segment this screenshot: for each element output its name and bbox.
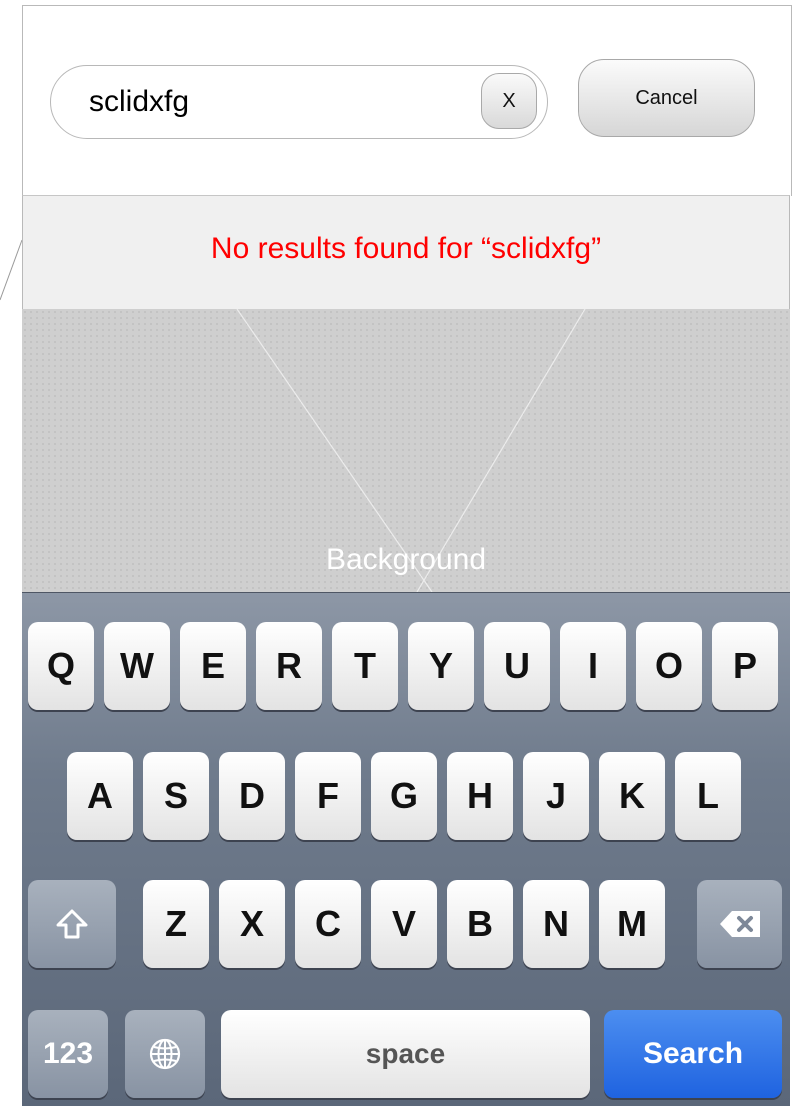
key-o[interactable]: O: [636, 622, 702, 710]
key-q[interactable]: Q: [28, 622, 94, 710]
key-u[interactable]: U: [484, 622, 550, 710]
results-panel: No results found for “sclidxfg”: [22, 195, 790, 309]
numbers-key[interactable]: 123: [28, 1010, 108, 1098]
key-z[interactable]: Z: [143, 880, 209, 968]
key-s[interactable]: S: [143, 752, 209, 840]
search-input-value: sclidxfg: [89, 85, 190, 118]
key-e[interactable]: E: [180, 622, 246, 710]
search-input[interactable]: sclidxfg X: [50, 65, 548, 139]
shift-icon: [56, 909, 88, 939]
cancel-button[interactable]: Cancel: [578, 59, 755, 137]
key-r[interactable]: R: [256, 622, 322, 710]
key-p[interactable]: P: [712, 622, 778, 710]
key-k[interactable]: K: [599, 752, 665, 840]
delete-key[interactable]: [697, 880, 782, 968]
key-d[interactable]: D: [219, 752, 285, 840]
search-header: sclidxfg X Cancel: [22, 5, 792, 196]
space-key[interactable]: space: [221, 1010, 590, 1098]
key-y[interactable]: Y: [408, 622, 474, 710]
key-l[interactable]: L: [675, 752, 741, 840]
key-i[interactable]: I: [560, 622, 626, 710]
globe-key[interactable]: [125, 1010, 205, 1098]
key-t[interactable]: T: [332, 622, 398, 710]
globe-icon: [149, 1038, 181, 1070]
background-label: Background: [325, 543, 487, 576]
key-v[interactable]: V: [371, 880, 437, 968]
key-m[interactable]: M: [599, 880, 665, 968]
clear-search-button[interactable]: X: [481, 73, 537, 129]
backspace-icon: [719, 911, 760, 937]
key-n[interactable]: N: [523, 880, 589, 968]
key-c[interactable]: C: [295, 880, 361, 968]
key-h[interactable]: H: [447, 752, 513, 840]
key-x[interactable]: X: [219, 880, 285, 968]
key-g[interactable]: G: [371, 752, 437, 840]
search-key[interactable]: Search: [604, 1010, 782, 1098]
key-f[interactable]: F: [295, 752, 361, 840]
no-results-message: No results found for “sclidxfg”: [210, 232, 602, 265]
shift-key[interactable]: [28, 880, 116, 968]
key-b[interactable]: B: [447, 880, 513, 968]
background-placeholder: Background: [22, 309, 790, 592]
key-j[interactable]: J: [523, 752, 589, 840]
keyboard: Q W E R T Y U I O P A S D F G H J K L Z …: [22, 592, 790, 1106]
key-a[interactable]: A: [67, 752, 133, 840]
key-w[interactable]: W: [104, 622, 170, 710]
